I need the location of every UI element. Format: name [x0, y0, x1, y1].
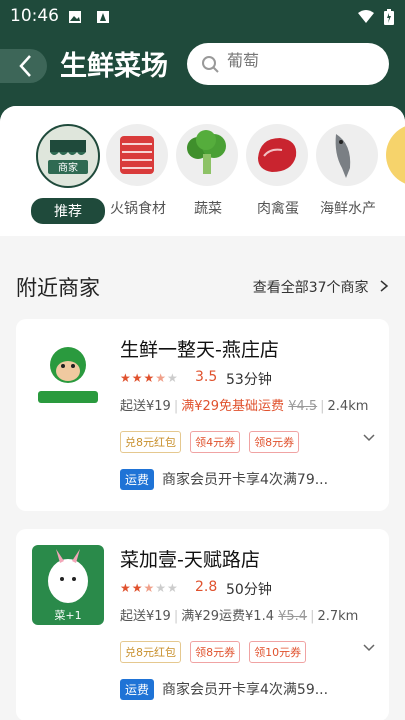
category-label: 肉禽蛋 — [257, 201, 299, 217]
coupon-tag[interactable]: 领8元券 — [249, 431, 300, 453]
store-rating: 2.8 — [195, 579, 218, 595]
store-logo: 菜+1 — [32, 545, 104, 625]
header: 生鲜菜场 葡萄 — [0, 34, 405, 100]
category-vegetables[interactable]: 蔬菜 — [176, 124, 240, 218]
category-label: 海鲜水产 — [320, 201, 376, 217]
page-title: 生鲜菜场 — [60, 51, 168, 82]
category-label: 推荐 — [31, 198, 105, 224]
wifi-icon — [358, 9, 374, 23]
promo-badge: 运费 — [120, 469, 155, 490]
back-button[interactable] — [0, 49, 47, 83]
main-panel: 商家 推荐 火锅食材 蔬菜 肉禽蛋 海鲜水产 附近商家 查看全部37个商家 生鲜… — [0, 106, 405, 720]
chevron-down-icon[interactable] — [363, 431, 375, 445]
svg-text:商家: 商家 — [58, 161, 78, 174]
delivery-time: 53分钟 — [226, 372, 272, 388]
category-seafood[interactable]: 海鲜水产 — [316, 124, 380, 218]
coupon-tags: 兑8元红包 领4元券 领8元券 — [120, 431, 303, 453]
coupon-tag[interactable]: 领4元券 — [190, 431, 241, 453]
category-label: 火锅食材 — [110, 201, 166, 217]
promo-row: 运费 商家会员开卡享4次满59... — [120, 679, 328, 700]
app-notification-icon — [96, 9, 110, 23]
store-name: 生鲜一整天-燕庄店 — [120, 339, 279, 361]
status-bar: 10:46 — [0, 0, 405, 34]
coupon-tag[interactable]: 兑8元红包 — [120, 641, 181, 663]
hotpot-meat-icon — [106, 124, 168, 186]
store-name: 菜加壹-天赋路店 — [120, 549, 260, 571]
coupon-tag[interactable]: 领10元券 — [249, 641, 307, 663]
store-info: 起送¥19 | 满¥29运费¥1.4 ¥5.4 | 2.7km — [120, 609, 359, 624]
store-card[interactable]: 菜+1 菜加壹-天赋路店 ★★★★★ 2.8 50分钟 起送¥19 | 满¥29运费… — [16, 529, 389, 720]
svg-text:菜+1: 菜+1 — [54, 609, 81, 622]
store-card[interactable]: 生鲜一整天-燕庄店 ★★★★★ 3.5 53分钟 起送¥19 | 满¥29免基础运费… — [16, 319, 389, 511]
battery-icon — [384, 9, 394, 25]
search-icon — [202, 56, 219, 73]
coupon-tags: 兑8元红包 领8元券 领10元券 — [120, 641, 310, 663]
rating-stars: ★★★★★ — [120, 581, 179, 595]
broccoli-icon — [176, 124, 238, 186]
coupon-tag[interactable]: 兑8元红包 — [120, 431, 181, 453]
image-notification-icon — [68, 9, 82, 23]
store-info: 起送¥19 | 满¥29免基础运费 ¥4.5 | 2.4km — [120, 399, 369, 414]
section-title: 附近商家 — [16, 276, 100, 300]
fruit-icon — [386, 124, 405, 186]
chevron-right-icon — [380, 280, 389, 292]
fish-icon — [316, 124, 378, 186]
store-logo — [32, 335, 104, 415]
chevron-down-icon[interactable] — [363, 641, 375, 655]
market-stall-icon: 商家 — [36, 124, 100, 188]
category-more[interactable] — [386, 124, 405, 186]
coupon-tag[interactable]: 领8元券 — [190, 641, 241, 663]
promo-badge: 运费 — [120, 679, 155, 700]
search-input[interactable]: 葡萄 — [187, 43, 389, 85]
status-time: 10:46 — [10, 6, 59, 26]
category-hotpot[interactable]: 火锅食材 — [106, 124, 170, 218]
view-all-link[interactable]: 查看全部37个商家 — [253, 277, 389, 297]
steak-icon — [246, 124, 308, 186]
delivery-time: 50分钟 — [226, 582, 272, 598]
chevron-left-icon — [19, 55, 31, 77]
store-rating: 3.5 — [195, 369, 218, 385]
search-placeholder: 葡萄 — [227, 51, 260, 70]
rating-stars: ★★★★★ — [120, 371, 179, 385]
category-label: 蔬菜 — [194, 201, 222, 217]
promo-row: 运费 商家会员开卡享4次满79... — [120, 469, 328, 490]
category-recommend[interactable]: 商家 推荐 — [31, 124, 105, 224]
category-meat-eggs[interactable]: 肉禽蛋 — [246, 124, 310, 218]
category-bar: 商家 推荐 火锅食材 蔬菜 肉禽蛋 海鲜水产 — [0, 106, 405, 236]
